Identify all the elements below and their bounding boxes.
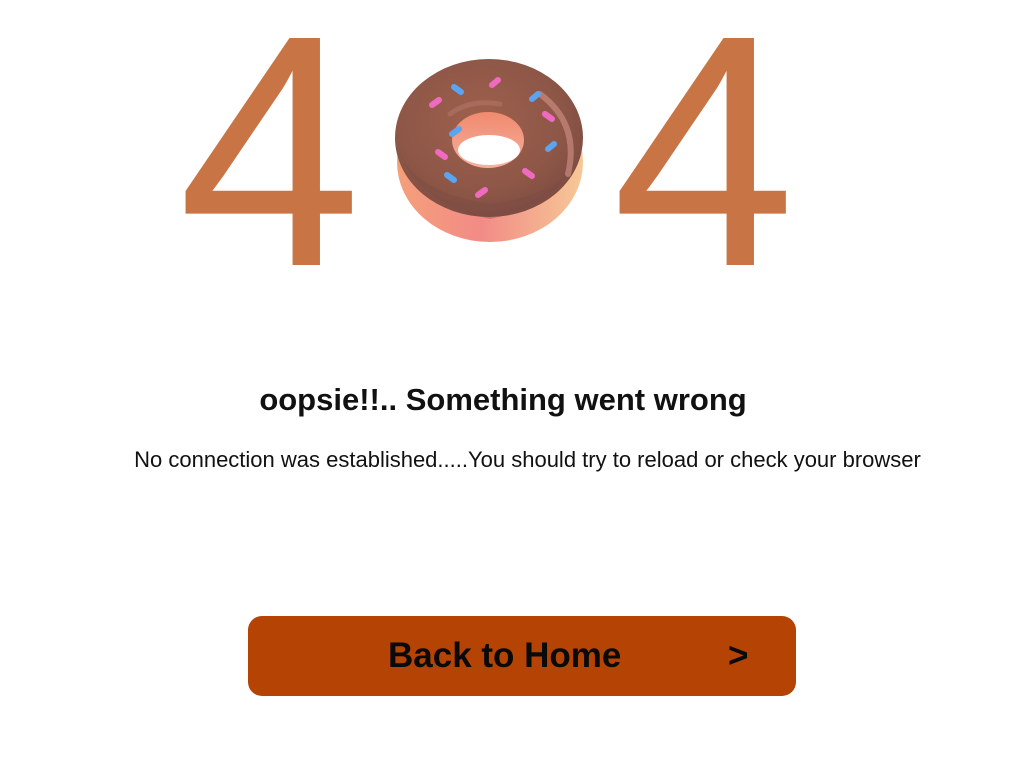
back-to-home-label: Back to Home [388,636,622,675]
error-digit-left: 4 [178,0,362,335]
error-page: 4 4 oopsie!!.. Something went wrong No c… [0,0,1024,768]
donut-icon [390,54,590,249]
error-code-hero: 4 4 [0,0,1024,316]
error-headline: oopsie!!.. Something went wrong [259,382,747,417]
chevron-right-icon: > [728,636,749,675]
error-digit-right: 4 [612,0,796,335]
back-to-home-button[interactable]: Back to Home > [248,616,796,696]
error-message: No connection was established.....You sh… [134,447,921,472]
